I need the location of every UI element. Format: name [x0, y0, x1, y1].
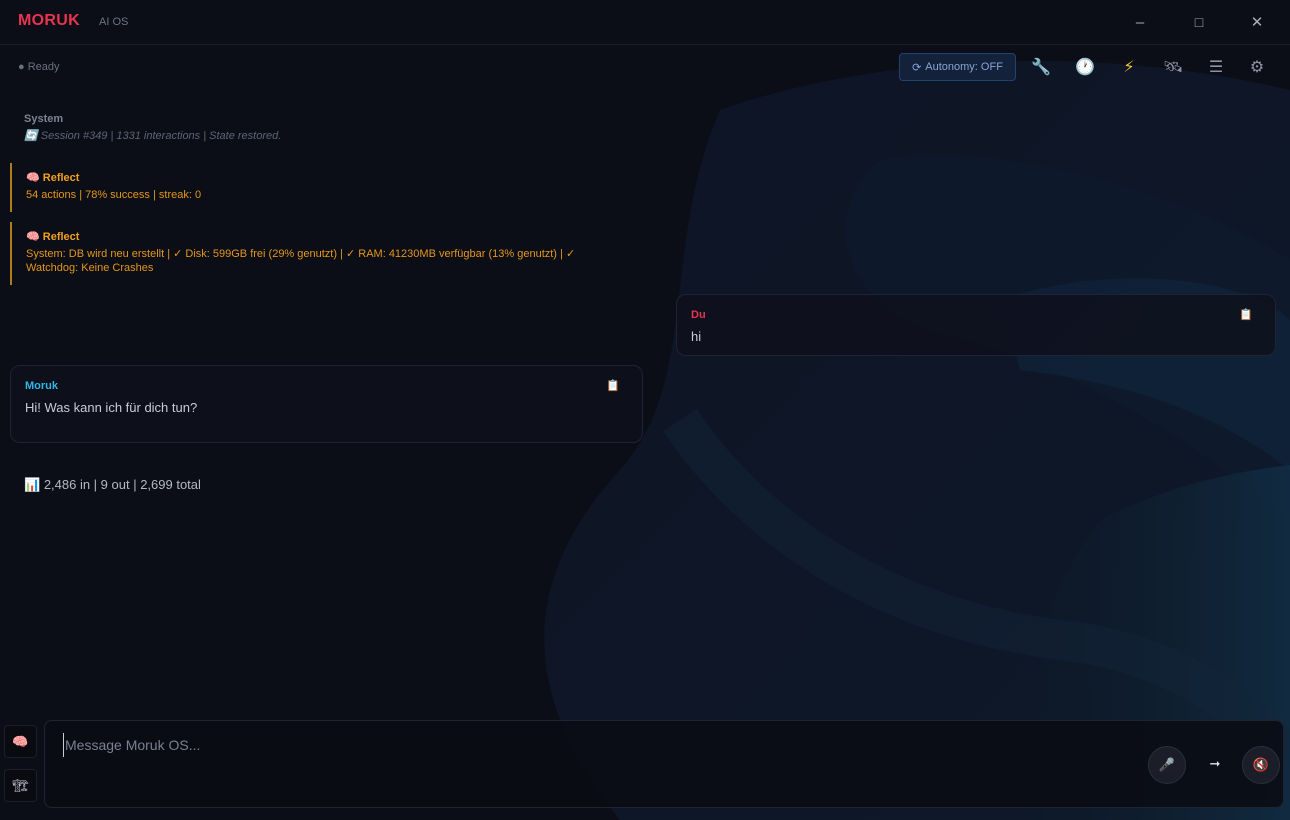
satellite-icon[interactable]: 🛰	[1160, 55, 1186, 79]
app-window: MORUK AI OS – □ ✕ ● Ready ⟳ Autonomy: OF…	[0, 0, 1290, 820]
system-message: System 🔄 Session #349 | 1331 interaction…	[24, 113, 281, 142]
app-subtitle: AI OS	[99, 16, 129, 28]
mute-speaker-icon[interactable]: 🔇	[1242, 746, 1280, 784]
refresh-icon: ⟳	[912, 61, 922, 74]
clock-icon[interactable]: 🕐	[1072, 55, 1098, 79]
clipboard-icon[interactable]: 📋	[1239, 308, 1253, 321]
reflect-message: 🧠 Reflect 54 actions | 78% success | str…	[10, 163, 630, 212]
lightning-icon[interactable]: ⚡	[1116, 55, 1142, 79]
status-dot-icon: ●	[18, 61, 25, 73]
reflect-text: 54 actions | 78% success | streak: 0	[26, 189, 202, 201]
reflect-text: System: DB wird neu erstellt | ✓ Disk: 5…	[26, 248, 576, 274]
reflect-title: Reflect	[42, 172, 80, 184]
autonomy-label: Autonomy: OFF	[925, 61, 1003, 73]
wrench-icon[interactable]: 🔧	[1028, 55, 1054, 79]
assistant-message: Moruk Hi! Was kann ich für dich tun? 📋	[10, 365, 643, 443]
construction-icon[interactable]: 🏗	[4, 769, 37, 802]
status-label: Ready	[27, 61, 60, 73]
clipboard-icon[interactable]: 📋	[606, 379, 620, 392]
autonomy-toggle-button[interactable]: ⟳ Autonomy: OFF	[899, 53, 1016, 81]
message-input[interactable]	[63, 733, 1067, 757]
reflect-message: 🧠 Reflect System: DB wird neu erstellt |…	[10, 222, 630, 285]
assistant-message-text: Hi! Was kann ich für dich tun?	[25, 400, 198, 415]
system-message-text: Session #349 | 1331 interactions | State…	[40, 130, 282, 142]
minimize-button[interactable]: –	[1126, 10, 1154, 34]
brain-icon: 🧠	[26, 172, 40, 184]
refresh-icon: 🔄	[24, 130, 38, 142]
user-sender-label: Du	[691, 309, 706, 321]
gear-icon[interactable]: ⚙	[1244, 55, 1270, 79]
menu-icon[interactable]: ☰	[1203, 55, 1229, 79]
app-logo: MORUK	[18, 12, 80, 29]
chart-icon: 📊	[24, 477, 41, 492]
reflect-title: Reflect	[42, 231, 80, 243]
close-button[interactable]: ✕	[1243, 10, 1271, 34]
user-message-text: hi	[691, 329, 702, 344]
brain-icon: 🧠	[26, 231, 40, 243]
send-arrow-icon[interactable]: ➞	[1205, 754, 1225, 774]
microphone-icon[interactable]: 🎤	[1148, 746, 1186, 784]
brain-icon[interactable]: 🧠	[4, 725, 37, 758]
maximize-button[interactable]: □	[1185, 10, 1213, 34]
system-message-title: System	[24, 113, 64, 125]
assistant-sender-label: Moruk	[25, 380, 58, 392]
token-usage: 📊 2,486 in | 9 out | 2,699 total	[24, 477, 201, 493]
user-message: Du hi 📋	[676, 294, 1276, 356]
title-bar: MORUK AI OS – □ ✕	[0, 0, 1290, 45]
status-indicator: ● Ready	[18, 61, 60, 73]
token-usage-text: 2,486 in | 9 out | 2,699 total	[43, 477, 201, 492]
message-composer: 🎤 ➞ 🔇	[44, 720, 1284, 808]
